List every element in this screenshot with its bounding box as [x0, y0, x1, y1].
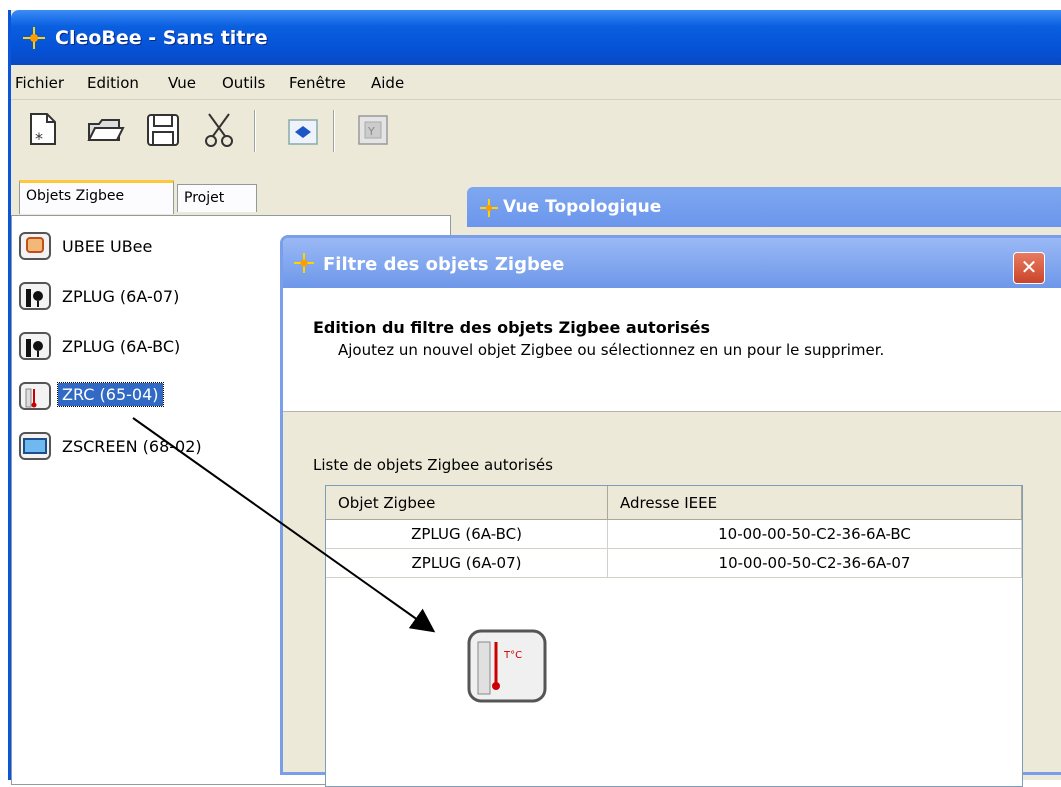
topology-view-header[interactable]: Vue Topologique [467, 187, 1061, 227]
ubee-icon [19, 232, 51, 260]
object-label: ZRC (65-04) [57, 382, 164, 407]
dialog-subheading: Ajoutez un nouvel objet Zigbee ou sélect… [338, 341, 885, 359]
column-header-label: Adresse IEEE [620, 494, 718, 512]
window-title: CleoBee - Sans titre [55, 27, 268, 49]
menu-aide[interactable]: Aide [371, 74, 404, 92]
toolbar-separator [333, 110, 335, 152]
dialog-title: Filtre des objets Zigbee [323, 254, 565, 275]
topology-title: Vue Topologique [503, 197, 662, 217]
close-button[interactable]: ✕ [1013, 252, 1045, 284]
drag-icon-label: T°C [503, 650, 522, 661]
object-label: ZPLUG (6A-07) [62, 287, 180, 306]
table-cell: ZPLUG (6A-BC) [326, 520, 608, 548]
menu-outils[interactable]: Outils [222, 74, 265, 92]
app-logo-icon [23, 27, 45, 49]
menu-fichier[interactable]: Fichier [15, 74, 64, 92]
svg-text:*: * [35, 129, 43, 148]
plug-icon [19, 332, 51, 360]
menu-edition[interactable]: Edition [87, 74, 139, 92]
menu-vue[interactable]: Vue [168, 74, 196, 92]
screen-icon [19, 432, 51, 460]
plug-icon [19, 282, 51, 310]
table-cell: ZPLUG (6A-07) [326, 549, 608, 577]
thermometer-icon [19, 382, 51, 410]
dialog-header: Edition du filtre des objets Zigbee auto… [283, 288, 1061, 412]
menu-fenetre[interactable]: Fenêtre [289, 74, 346, 92]
allowed-list-label: Liste de objets Zigbee autorisés [313, 456, 553, 474]
filter-icon[interactable]: Y [353, 110, 393, 150]
title-bar[interactable]: CleoBee - Sans titre [11, 10, 1061, 65]
new-document-icon[interactable]: * [23, 110, 63, 150]
column-header-adresse[interactable]: Adresse IEEE [608, 486, 1022, 520]
table-cell: 10-00-00-50-C2-36-6A-07 [608, 549, 1022, 577]
tab-projet[interactable]: Projet [177, 184, 257, 212]
save-disk-icon[interactable] [143, 110, 183, 150]
cut-scissors-icon[interactable] [199, 110, 239, 150]
object-label: ZPLUG (6A-BC) [62, 337, 181, 356]
app-logo-icon [480, 199, 498, 217]
menu-bar: Fichier Edition Vue Outils Fenêtre Aide [11, 65, 1061, 100]
object-label: UBEE UBee [62, 237, 153, 256]
table-row[interactable]: ZPLUG (6A-BC) 10-00-00-50-C2-36-6A-BC [326, 520, 1022, 549]
toolbar: * Y [11, 100, 1061, 172]
dragged-thermometer-icon[interactable]: T°C [466, 628, 548, 704]
left-tabs: Objets Zigbee Projet [11, 172, 451, 216]
close-icon: ✕ [1020, 255, 1038, 279]
open-folder-icon[interactable] [85, 110, 125, 150]
toolbar-separator [254, 110, 256, 152]
column-header-label: Objet Zigbee [338, 494, 436, 512]
column-header-objet[interactable]: Objet Zigbee [326, 486, 608, 520]
table-cell: 10-00-00-50-C2-36-6A-BC [608, 520, 1022, 548]
dialog-heading: Edition du filtre des objets Zigbee auto… [313, 318, 710, 337]
filter-dialog: Filtre des objets Zigbee ✕ Edition du fi… [280, 235, 1061, 787]
allowed-objects-table: Objet Zigbee Adresse IEEE ZPLUG (6A-BC) … [325, 485, 1023, 787]
tab-objets-zigbee[interactable]: Objets Zigbee [19, 180, 174, 214]
object-label: ZSCREEN (68-02) [62, 437, 202, 456]
svg-text:Y: Y [367, 125, 375, 138]
table-row[interactable]: ZPLUG (6A-07) 10-00-00-50-C2-36-6A-07 [326, 549, 1022, 578]
app-logo-icon [294, 253, 314, 273]
dialog-title-bar[interactable]: Filtre des objets Zigbee ✕ [283, 238, 1061, 288]
import-icon[interactable] [283, 110, 323, 150]
